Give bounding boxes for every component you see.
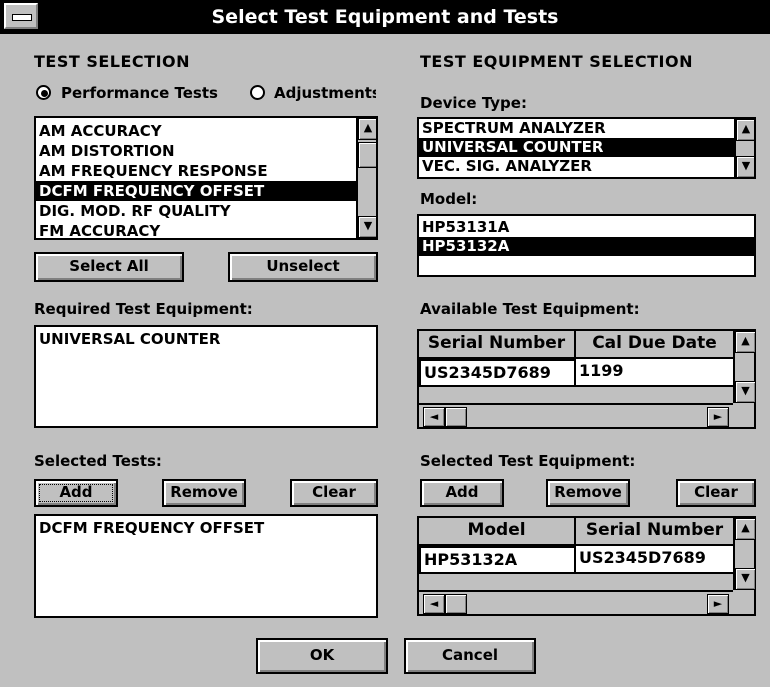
column-header-model[interactable]: Model — [419, 518, 576, 546]
scroll-up-icon[interactable]: ▲ — [358, 118, 376, 140]
selected-tests-listbox[interactable]: DCFM FREQUENCY OFFSET — [34, 514, 378, 618]
selected-tests-list: DCFM FREQUENCY OFFSET — [36, 518, 366, 538]
model-list: HP53131A HP53132A — [419, 218, 754, 256]
list-item-selected[interactable]: DCFM FREQUENCY OFFSET — [36, 181, 356, 201]
column-header-serial[interactable]: Serial Number — [419, 331, 576, 359]
tests-listbox[interactable]: AM ACCURACY AM DISTORTION AM FREQUENCY R… — [34, 116, 378, 240]
clear-equipment-button[interactable]: Clear — [676, 479, 756, 507]
adjustments-label[interactable]: Adjustments — [274, 84, 376, 102]
scroll-down-icon[interactable]: ▼ — [358, 216, 376, 238]
device-type-label: Device Type: — [420, 94, 527, 112]
window-title: Select Test Equipment and Tests — [211, 6, 559, 28]
list-item[interactable]: DCFM FREQUENCY OFFSET — [36, 518, 366, 538]
required-equipment-list: UNIVERSAL COUNTER — [36, 329, 366, 349]
scroll-up-icon[interactable]: ▲ — [736, 119, 754, 141]
adjustments-radio[interactable] — [250, 85, 265, 100]
list-item[interactable]: UNIVERSAL COUNTER — [36, 329, 366, 349]
tests-scrollbar[interactable]: ▲ ▼ — [356, 118, 376, 238]
selected-tests-label: Selected Tests: — [34, 452, 162, 470]
table-cell[interactable]: 1199 — [576, 359, 733, 387]
device-type-listbox[interactable]: SPECTRUM ANALYZER UNIVERSAL COUNTER VEC.… — [417, 117, 756, 179]
list-item-selected[interactable]: UNIVERSAL COUNTER — [419, 138, 734, 157]
test-selection-header: TEST SELECTION — [34, 52, 191, 71]
select-all-button[interactable]: Select All — [34, 252, 184, 282]
list-item[interactable]: HP53131A — [419, 218, 754, 237]
scroll-up-icon[interactable]: ▲ — [735, 331, 756, 353]
available-vscrollbar[interactable]: ▲ ▼ — [733, 331, 756, 403]
model-listbox[interactable]: HP53131A HP53132A — [417, 214, 756, 277]
available-equipment-grid[interactable]: Serial Number Cal Due Date US2345D7689 1… — [417, 329, 756, 429]
selected-vscrollbar[interactable]: ▲ ▼ — [733, 518, 756, 590]
radio-selected-dot — [41, 90, 48, 97]
performance-tests-label[interactable]: Performance Tests — [61, 84, 218, 102]
scroll-left-icon[interactable]: ◄ — [423, 594, 445, 614]
remove-equipment-button[interactable]: Remove — [546, 479, 630, 507]
unselect-button[interactable]: Unselect — [228, 252, 378, 282]
scroll-right-icon[interactable]: ► — [707, 594, 729, 614]
model-label: Model: — [420, 190, 478, 208]
scroll-down-icon[interactable]: ▼ — [735, 568, 756, 590]
available-hscrollbar[interactable]: ◄ ► — [419, 403, 733, 427]
device-type-list: SPECTRUM ANALYZER UNIVERSAL COUNTER VEC.… — [419, 119, 734, 176]
remove-test-button[interactable]: Remove — [162, 479, 246, 507]
scroll-thumb[interactable] — [445, 407, 467, 427]
dialog-window: Select Test Equipment and Tests TEST SEL… — [0, 0, 770, 687]
selected-equipment-grid[interactable]: Model Serial Number HP53132A US2345D7689… — [417, 516, 756, 616]
scroll-left-icon[interactable]: ◄ — [423, 407, 445, 427]
column-header-cal-due[interactable]: Cal Due Date — [576, 331, 733, 359]
list-item[interactable]: AM ACCURACY — [36, 121, 356, 141]
title-bar: Select Test Equipment and Tests — [0, 0, 770, 34]
required-equipment-label: Required Test Equipment: — [34, 300, 253, 318]
selected-hscrollbar[interactable]: ◄ ► — [419, 590, 733, 614]
clear-tests-button[interactable]: Clear — [290, 479, 378, 507]
table-cell[interactable]: HP53132A — [419, 546, 576, 574]
cancel-button[interactable]: Cancel — [404, 638, 536, 674]
equipment-selection-header: TEST EQUIPMENT SELECTION — [420, 52, 693, 71]
list-item[interactable]: SPECTRUM ANALYZER — [419, 119, 734, 138]
system-menu-icon — [12, 14, 32, 21]
scroll-down-icon[interactable]: ▼ — [736, 156, 754, 177]
tests-list: AM ACCURACY AM DISTORTION AM FREQUENCY R… — [36, 121, 356, 238]
add-equipment-button[interactable]: Add — [420, 479, 504, 507]
scroll-thumb[interactable] — [445, 594, 467, 614]
scroll-right-icon[interactable]: ► — [707, 407, 729, 427]
column-header-serial[interactable]: Serial Number — [576, 518, 733, 546]
performance-tests-radio[interactable] — [36, 85, 51, 100]
list-item[interactable]: AM DISTORTION — [36, 141, 356, 161]
required-equipment-listbox[interactable]: UNIVERSAL COUNTER — [34, 325, 378, 428]
list-item[interactable]: FM ACCURACY — [36, 221, 356, 238]
scroll-up-icon[interactable]: ▲ — [735, 518, 756, 540]
list-item[interactable]: VEC. SIG. ANALYZER — [419, 157, 734, 176]
table-cell[interactable]: US2345D7689 — [576, 546, 733, 574]
device-type-scrollbar[interactable]: ▲ ▼ — [734, 119, 754, 177]
list-item[interactable]: AM FREQUENCY RESPONSE — [36, 161, 356, 181]
list-item-selected[interactable]: HP53132A — [419, 237, 754, 256]
selected-equipment-label: Selected Test Equipment: — [420, 452, 636, 470]
table-cell[interactable]: US2345D7689 — [419, 359, 576, 387]
available-equipment-label: Available Test Equipment: — [420, 300, 640, 318]
scroll-down-icon[interactable]: ▼ — [735, 381, 756, 403]
system-menu-button[interactable] — [4, 3, 38, 29]
list-item[interactable]: DIG. MOD. RF QUALITY — [36, 201, 356, 221]
scroll-thumb[interactable] — [358, 142, 376, 168]
add-test-button[interactable]: Add — [34, 479, 118, 507]
ok-button[interactable]: OK — [256, 638, 388, 674]
